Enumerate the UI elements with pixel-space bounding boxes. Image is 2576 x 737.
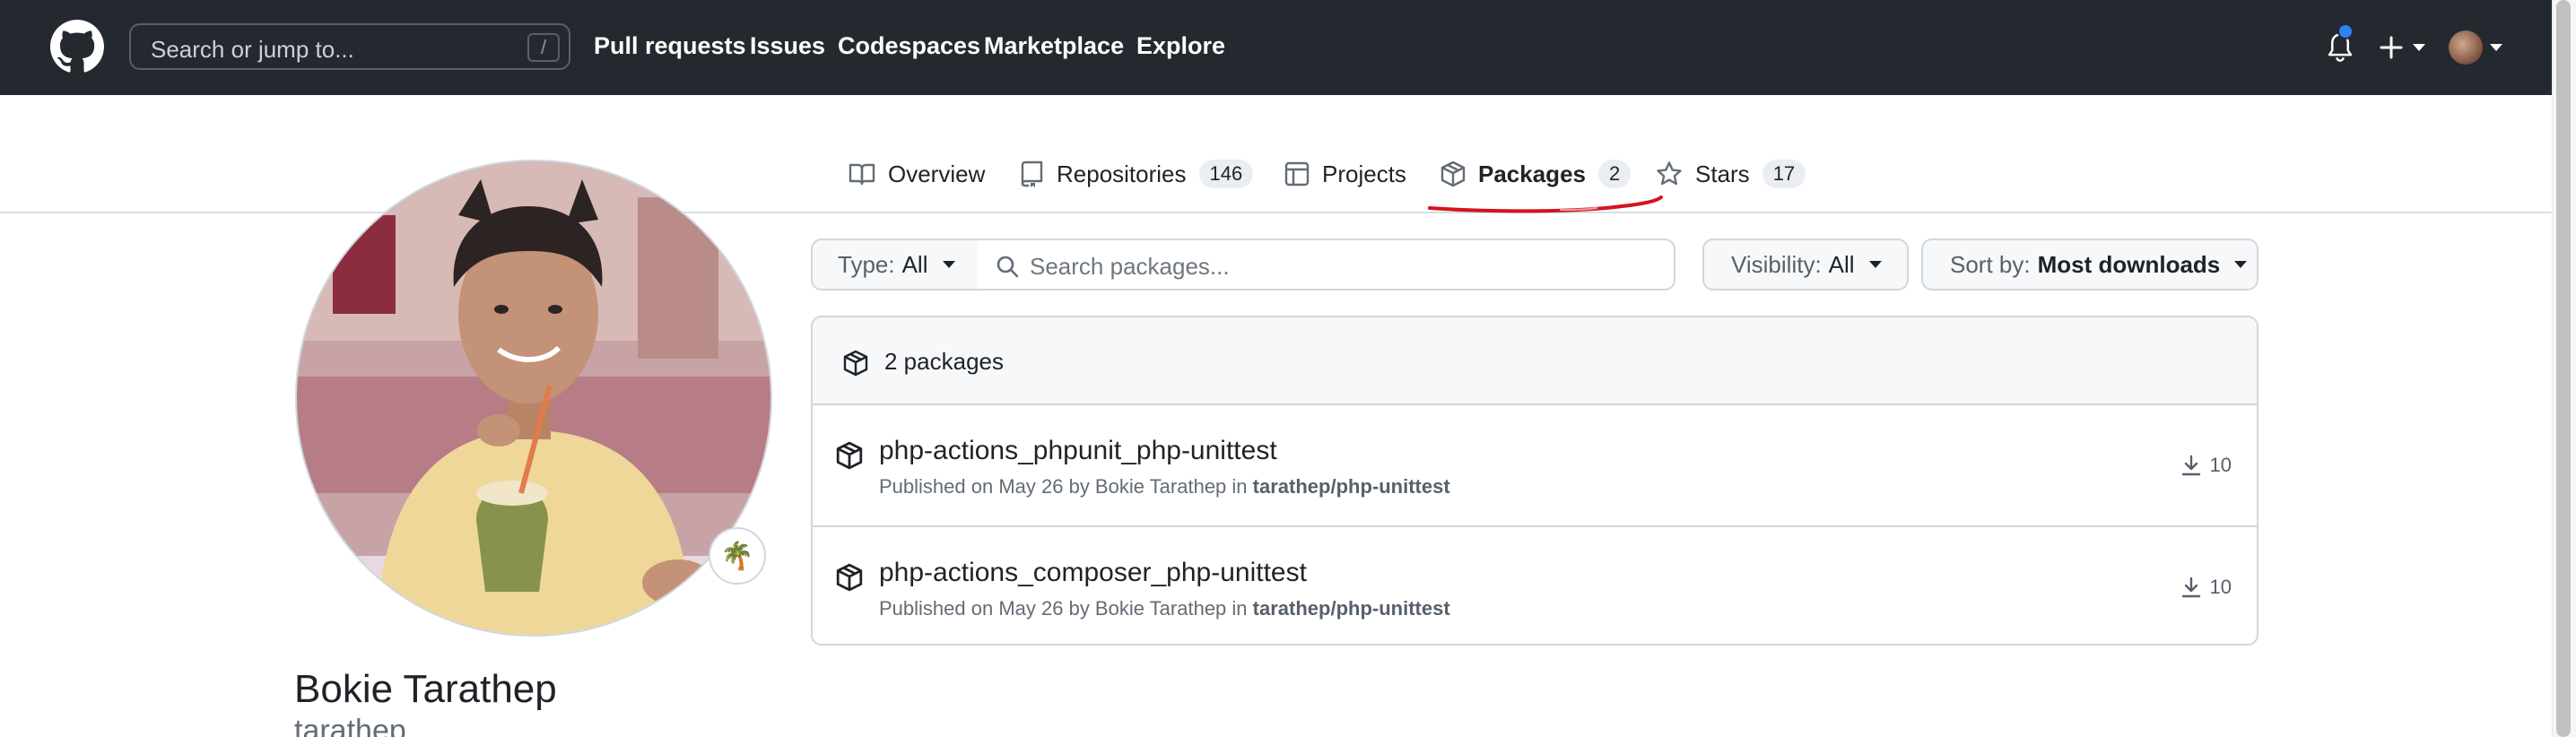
notification-indicator <box>2337 23 2354 39</box>
nav-marketplace[interactable]: Marketplace <box>984 32 1124 60</box>
tab-overview[interactable]: Overview <box>849 158 985 190</box>
package-meta-text: Published on May 26 by Bokie Tarathep in <box>879 475 1248 498</box>
tab-label: Packages <box>1478 160 1586 187</box>
profile-photo <box>297 161 770 635</box>
package-meta: Published on May 26 by Bokie Tarathep in… <box>879 597 1450 620</box>
nav-issues[interactable]: Issues <box>750 32 825 60</box>
package-row: php-actions_composer_php-unittest Publis… <box>813 525 2257 644</box>
tab-repositories[interactable]: Repositories 146 <box>1021 158 1254 190</box>
global-search-input[interactable]: Search or jump to... / <box>129 23 570 70</box>
scrollbar-thumb[interactable] <box>2556 0 2571 737</box>
visibility-filter-dropdown[interactable]: Visibility: All <box>1702 238 1909 290</box>
table-icon <box>1284 161 1310 186</box>
tab-label: Stars <box>1695 160 1750 187</box>
package-icon <box>1440 160 1466 187</box>
package-downloads: 10 <box>2181 454 2232 477</box>
profile-avatar <box>295 160 772 637</box>
tab-label: Projects <box>1322 160 1406 187</box>
packages-list: 2 packages php-actions_phpunit_php-unitt… <box>811 316 2258 646</box>
tab-packages[interactable]: Packages 2 <box>1440 158 1632 190</box>
package-icon <box>836 563 863 592</box>
sort-value: Most downloads <box>2037 250 2221 278</box>
package-icon <box>836 441 863 470</box>
visibility-filter-key: Visibility: <box>1731 250 1822 278</box>
tab-projects[interactable]: Projects <box>1284 158 1406 190</box>
chevron-down-icon <box>2234 261 2248 268</box>
tab-stars[interactable]: Stars 17 <box>1656 158 1806 190</box>
packages-count: 2 packages <box>884 348 1004 375</box>
chevron-down-icon <box>1868 261 1882 268</box>
package-search-placeholder: Search packages... <box>1030 253 1230 280</box>
repositories-count-badge: 146 <box>1198 160 1254 188</box>
nav-explore[interactable]: Explore <box>1136 32 1225 60</box>
chevron-down-icon <box>942 261 955 268</box>
tab-label: Overview <box>888 160 986 187</box>
repo-icon <box>1021 160 1043 187</box>
type-filter-dropdown[interactable]: Type: All <box>811 238 979 290</box>
github-logo-icon[interactable] <box>50 20 104 74</box>
search-icon <box>996 256 1019 278</box>
package-name-link[interactable]: php-actions_phpunit_php-unittest <box>879 436 1277 466</box>
user-avatar-menu[interactable] <box>2449 30 2483 65</box>
download-icon <box>2181 455 2200 476</box>
package-icon <box>843 350 868 377</box>
star-icon <box>1657 161 1682 186</box>
package-download-count: 10 <box>2209 576 2232 598</box>
packages-list-header: 2 packages <box>813 317 2257 405</box>
nav-codespaces[interactable]: Codespaces <box>838 32 980 60</box>
top-header: Search or jump to... / Pull requests Iss… <box>0 0 2552 95</box>
package-repo-link[interactable]: tarathep/php-unittest <box>1253 597 1450 620</box>
download-icon <box>2181 577 2200 598</box>
chevron-down-icon[interactable] <box>2413 44 2425 51</box>
type-filter-value: All <box>901 250 928 278</box>
type-filter-key: Type: <box>838 250 895 278</box>
book-icon <box>849 163 875 186</box>
chevron-down-icon[interactable] <box>2490 44 2502 51</box>
nav-pull-requests[interactable]: Pull requests <box>594 32 746 60</box>
status-emoji-button[interactable]: 🌴 <box>709 527 766 585</box>
package-name-link[interactable]: php-actions_composer_php-unittest <box>879 558 1307 588</box>
sort-dropdown[interactable]: Sort by: Most downloads <box>1921 238 2258 290</box>
search-shortcut-key: / <box>527 33 560 62</box>
package-downloads: 10 <box>2181 576 2232 599</box>
stars-count-badge: 17 <box>1762 160 1806 188</box>
profile-login: tarathep <box>294 714 406 737</box>
visibility-filter-value: All <box>1828 250 1855 278</box>
package-meta-text: Published on May 26 by Bokie Tarathep in <box>879 597 1248 620</box>
red-underline-annotation <box>1428 195 1663 213</box>
search-placeholder: Search or jump to... <box>151 36 354 63</box>
tab-label: Repositories <box>1057 160 1187 187</box>
package-row: php-actions_phpunit_php-unittest Publish… <box>813 405 2257 525</box>
profile-name: Bokie Tarathep <box>294 667 557 711</box>
package-search-input[interactable]: Search packages... <box>978 238 1675 290</box>
package-download-count: 10 <box>2209 454 2232 476</box>
package-meta: Published on May 26 by Bokie Tarathep in… <box>879 475 1450 499</box>
plus-icon[interactable] <box>2379 35 2404 60</box>
sort-key: Sort by: <box>1950 250 2031 278</box>
package-repo-link[interactable]: tarathep/php-unittest <box>1253 475 1450 498</box>
packages-count-badge: 2 <box>1597 160 1632 188</box>
